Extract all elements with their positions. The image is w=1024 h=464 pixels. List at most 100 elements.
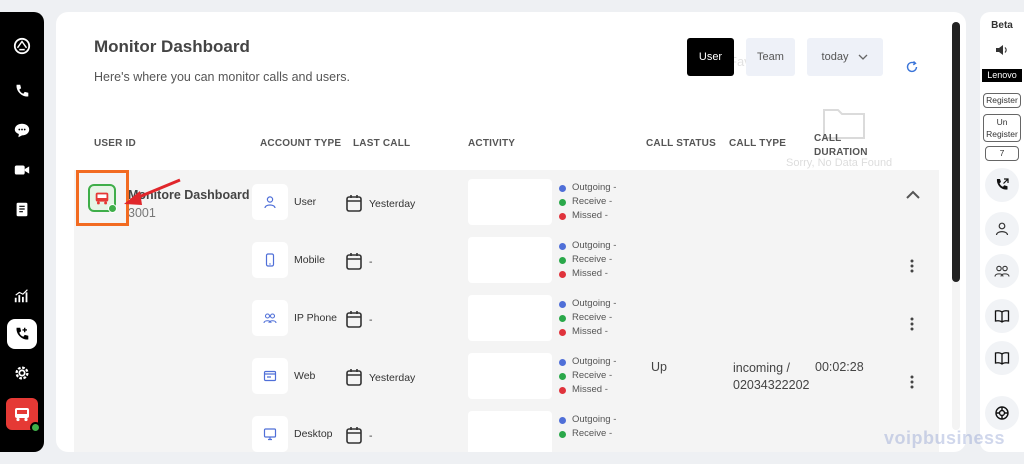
legend-outgoing: Outgoing - (559, 355, 616, 369)
more-options-icon[interactable] (910, 375, 914, 389)
last-call-value: Yesterday (369, 372, 416, 384)
account-type-label: Desktop (294, 428, 333, 440)
legend-missed: Missed - (559, 383, 616, 397)
directory-button[interactable] (985, 299, 1019, 333)
legend-receive: Receive - (559, 253, 616, 267)
legend-outgoing: Outgoing - (559, 181, 616, 195)
right-panel: Beta Lenovo Register Un Register 7 (980, 12, 1024, 452)
call-status-value: Up (651, 360, 667, 374)
activity-chart (468, 179, 552, 225)
column-header-activity: ACTIVITY (468, 138, 516, 149)
more-options-icon[interactable] (910, 259, 914, 273)
main-panel: Monitor Dashboard Here's where you can m… (56, 12, 966, 452)
group-icon (263, 313, 277, 324)
column-header-last-call: LAST CALL (353, 138, 411, 149)
speaker-icon[interactable] (994, 42, 1010, 58)
column-header-call-duration-line2: DURATION (814, 147, 868, 158)
last-call-value: - (369, 256, 373, 268)
phonebook-button[interactable] (985, 341, 1019, 375)
account-type-label: Web (294, 370, 316, 382)
register-button[interactable]: Register (983, 93, 1021, 108)
page-title: Monitor Dashboard (94, 37, 250, 56)
scrollbar-thumb[interactable] (952, 22, 960, 282)
date-range-value: today (821, 51, 849, 63)
monitor-calls-icon[interactable] (7, 319, 37, 349)
calendar-icon (346, 311, 362, 328)
legend-missed: Missed - (559, 267, 616, 281)
video-icon[interactable] (8, 156, 36, 184)
legend-outgoing-label: Outgoing - (572, 356, 617, 367)
web-icon (263, 370, 277, 382)
column-header-call-duration-line1: CALL (814, 133, 842, 144)
watermark: voipbusiness (884, 428, 1006, 448)
account-type-label: IP Phone (294, 312, 338, 324)
book-icon (994, 352, 1010, 365)
legend-receive-label: Receive - (572, 370, 613, 381)
beta-label: Beta (991, 20, 1013, 31)
legend-missed-label: Missed - (572, 326, 608, 337)
calendar-icon (346, 253, 362, 270)
activity-legend: Outgoing - Receive - Missed - (559, 181, 616, 223)
unregister-button[interactable]: Un Register (983, 114, 1021, 142)
account-type-icon-box (252, 358, 288, 394)
page-subtitle: Here's where you can monitor calls and u… (94, 70, 350, 84)
count-badge: 7 (985, 146, 1019, 161)
refresh-icon[interactable] (905, 60, 919, 74)
legend-outgoing: Outgoing - (559, 239, 616, 253)
account-type-label: User (294, 196, 317, 208)
legend-receive: Receive - (559, 427, 616, 441)
phone-icon[interactable] (8, 77, 36, 105)
mobile-icon (265, 253, 275, 267)
call-type-value: incoming / 02034322202 (733, 360, 809, 394)
more-options-icon[interactable] (910, 317, 914, 331)
collapse-row-icon[interactable] (906, 190, 920, 200)
filter-team-button[interactable]: Team (746, 38, 795, 76)
profile-avatar[interactable] (6, 398, 41, 433)
date-range-select[interactable]: today (807, 38, 883, 76)
activity-legend: Outgoing - Receive - (559, 413, 616, 441)
chat-icon[interactable] (8, 116, 36, 144)
column-header-user-id: USER ID (94, 138, 136, 149)
online-status-icon (30, 422, 41, 433)
legend-receive: Receive - (559, 311, 616, 325)
desktop-icon (263, 428, 277, 441)
user-icon (264, 196, 276, 209)
unregister-line1: Un (996, 117, 1008, 127)
activity-legend: Outgoing - Receive - Missed - (559, 239, 616, 281)
call-type-direction: incoming / (733, 361, 790, 375)
legend-receive-label: Receive - (572, 254, 613, 265)
legend-outgoing: Outgoing - (559, 413, 616, 427)
legend-missed-label: Missed - (572, 384, 608, 395)
legend-missed-label: Missed - (572, 268, 608, 279)
legend-outgoing-label: Outgoing - (572, 298, 617, 309)
filter-user-button[interactable]: User (687, 38, 734, 76)
column-header-account-type: ACCOUNT TYPE (260, 138, 342, 149)
call-forward-button[interactable] (985, 168, 1019, 202)
book-icon (994, 310, 1010, 323)
call-forward-icon (996, 178, 1009, 190)
help-button[interactable] (985, 396, 1019, 430)
analytics-icon[interactable] (8, 282, 36, 310)
account-type-label: Mobile (294, 254, 325, 266)
app-logo-icon[interactable] (8, 32, 36, 60)
legend-outgoing-label: Outgoing - (572, 182, 617, 193)
pointer-arrow-icon (124, 178, 181, 205)
account-type-icon-box (252, 242, 288, 278)
last-call-value: - (369, 430, 373, 442)
activity-legend: Outgoing - Receive - Missed - (559, 355, 616, 397)
legend-missed: Missed - (559, 209, 616, 223)
activity-chart (468, 353, 552, 399)
legend-outgoing-label: Outgoing - (572, 414, 617, 425)
contact-button[interactable] (985, 212, 1019, 246)
legend-receive: Receive - (559, 369, 616, 383)
settings-icon[interactable] (8, 359, 36, 387)
legend-receive: Receive - (559, 195, 616, 209)
group-button[interactable] (985, 254, 1019, 288)
account-type-icon-box (252, 416, 288, 452)
column-header-call-type: CALL TYPE (729, 138, 787, 149)
group-icon (994, 265, 1010, 277)
activity-legend: Outgoing - Receive - Missed - (559, 297, 616, 339)
activity-chart (468, 411, 552, 452)
legend-missed: Missed - (559, 325, 616, 339)
notes-icon[interactable] (8, 195, 36, 223)
